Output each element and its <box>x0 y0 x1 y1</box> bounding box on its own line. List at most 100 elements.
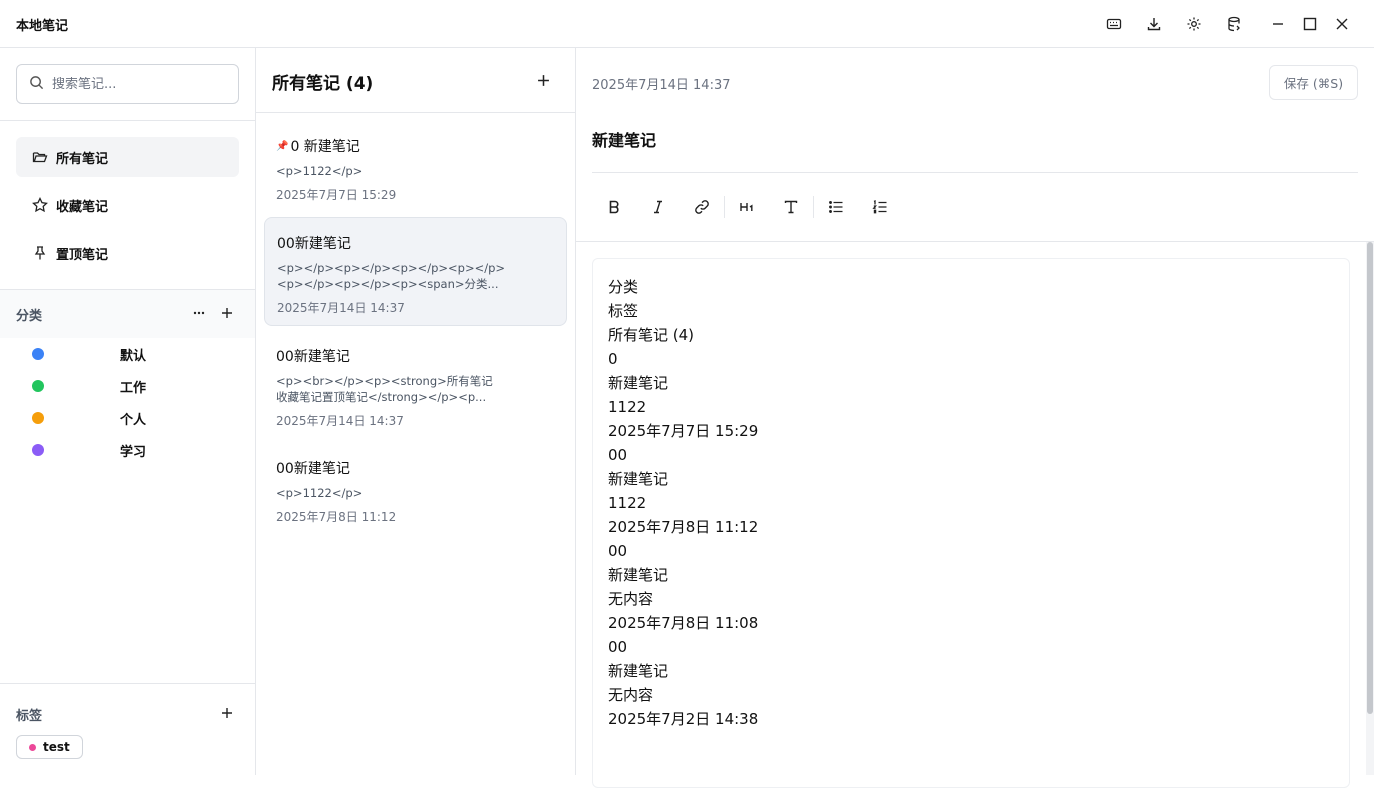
tag-color-dot <box>29 743 36 751</box>
note-title: 00新建笔记 <box>277 236 351 252</box>
category-name: 学习 <box>120 444 147 460</box>
content-line: 新建笔记 <box>608 662 669 680</box>
app-title: 本地笔记 <box>16 19 69 34</box>
content-line: 新建笔记 <box>608 566 669 584</box>
database-icon[interactable] <box>1214 0 1254 48</box>
note-title: 00新建笔记 <box>276 461 350 477</box>
note-list: 所有笔记 (4) 📌 0 新建笔记 <p>1122</p> 2025年7月7日 … <box>256 48 576 775</box>
close-icon[interactable] <box>1326 0 1358 48</box>
download-icon[interactable] <box>1134 0 1174 48</box>
category-item[interactable]: 默认 <box>32 338 232 370</box>
pin-icon <box>32 245 48 261</box>
sidebar: 所有笔记 收藏笔记 置顶笔记 分类 默认 工作 个人 学习 <box>0 48 256 775</box>
tag-name: test <box>43 740 70 754</box>
note-preview: <p>1122</p> <box>276 486 363 500</box>
scrollbar[interactable] <box>1366 242 1374 775</box>
note-preview: <p><br></p><p><strong>所有笔记 <box>276 374 493 388</box>
content-line: 无内容 <box>608 686 654 704</box>
category-color-dot <box>32 380 44 392</box>
divider <box>576 241 1374 242</box>
divider <box>0 683 255 684</box>
category-item[interactable]: 个人 <box>32 402 232 434</box>
category-item[interactable]: 学习 <box>32 434 232 466</box>
formatting-toolbar <box>592 190 902 224</box>
content-line: 00 <box>608 542 628 560</box>
search-box[interactable] <box>16 64 239 104</box>
note-item[interactable]: 00新建笔记 <p><br></p><p><strong>所有笔记 收藏笔记置顶… <box>264 346 567 429</box>
content-line: 无内容 <box>608 590 654 608</box>
note-item-selected[interactable]: 00新建笔记 <p></p><p></p><p></p><p></p> <p><… <box>264 217 567 326</box>
content-line: 新建笔记 <box>608 470 669 488</box>
content-line: 2025年7月8日 11:12 <box>608 518 759 536</box>
editor-content[interactable]: 分类 标签 所有笔记 (4) 0 新建笔记 1122 2025年7月7日 15:… <box>592 258 1350 788</box>
pin-icon: 📌 <box>276 140 289 152</box>
note-item[interactable]: 00新建笔记 <p>1122</p> 2025年7月8日 11:12 <box>264 458 567 525</box>
search-input[interactable] <box>52 76 222 92</box>
content-line: 1122 <box>608 494 647 512</box>
scrollbar-thumb[interactable] <box>1367 242 1373 714</box>
ordered-list-icon[interactable] <box>858 190 902 224</box>
note-item[interactable]: 📌 0 新建笔记 <p>1122</p> 2025年7月7日 15:29 <box>264 136 567 203</box>
note-preview: <p>1122</p> <box>276 164 363 178</box>
bullet-list-icon[interactable] <box>814 190 858 224</box>
nav-pinned[interactable]: 置顶笔记 <box>16 233 239 273</box>
link-icon[interactable] <box>680 190 724 224</box>
nav-label: 收藏笔记 <box>56 199 109 215</box>
note-title: 📌 0 新建笔记 <box>276 136 555 156</box>
content-line: 0 <box>608 350 618 368</box>
more-icon[interactable] <box>190 304 208 322</box>
divider <box>0 120 255 121</box>
nav-all-notes[interactable]: 所有笔记 <box>16 137 239 177</box>
search-icon <box>29 75 44 94</box>
note-list-header: 所有笔记 (4) <box>256 48 575 113</box>
categories-header: 分类 <box>0 290 255 338</box>
title-bar: 本地笔记 <box>0 0 1374 48</box>
heading1-icon[interactable] <box>725 190 769 224</box>
note-date: 2025年7月14日 14:37 <box>276 414 404 428</box>
editor-title[interactable]: 新建笔记 <box>592 127 656 151</box>
minimize-icon[interactable] <box>1262 0 1294 48</box>
note-list-title: 所有笔记 (4) <box>272 74 374 94</box>
content-line: 分类 <box>608 278 639 296</box>
category-color-dot <box>32 412 44 424</box>
divider <box>592 172 1358 173</box>
content-line: 标签 <box>608 302 639 320</box>
titlebar-actions <box>1094 0 1374 48</box>
maximize-icon[interactable] <box>1294 0 1326 48</box>
category-name: 个人 <box>120 412 147 428</box>
content-line: 00 <box>608 446 628 464</box>
save-button[interactable]: 保存 (⌘S) <box>1269 65 1358 100</box>
category-name: 工作 <box>120 380 147 396</box>
bold-icon[interactable] <box>592 190 636 224</box>
content-line: 新建笔记 <box>608 374 669 392</box>
content-line: 所有笔记 (4) <box>608 326 695 344</box>
nav-label: 所有笔记 <box>56 151 109 167</box>
note-title-text: 0 新建笔记 <box>290 139 360 155</box>
editor-date: 2025年7月14日 14:37 <box>592 78 731 93</box>
folder-open-icon <box>32 149 48 165</box>
note-date: 2025年7月14日 14:37 <box>277 301 405 315</box>
content-line: 2025年7月2日 14:38 <box>608 710 759 728</box>
text-icon[interactable] <box>769 190 813 224</box>
add-category-icon[interactable] <box>218 304 236 322</box>
category-color-dot <box>32 348 44 360</box>
star-icon <box>32 197 48 213</box>
italic-icon[interactable] <box>636 190 680 224</box>
content-line: 2025年7月7日 15:29 <box>608 422 759 440</box>
note-title: 00新建笔记 <box>276 349 350 365</box>
tags-title: 标签 <box>16 709 43 724</box>
category-item[interactable]: 工作 <box>32 370 232 402</box>
content-line: 1122 <box>608 398 647 416</box>
keyboard-icon[interactable] <box>1094 0 1134 48</box>
tag-chip[interactable]: test <box>16 735 83 759</box>
gear-icon[interactable] <box>1174 0 1214 48</box>
add-tag-icon[interactable] <box>218 704 236 722</box>
content-line: 00 <box>608 638 628 656</box>
content-line: 2025年7月8日 11:08 <box>608 614 759 632</box>
nav-label: 置顶笔记 <box>56 247 109 263</box>
category-color-dot <box>32 444 44 456</box>
note-date: 2025年7月8日 11:12 <box>276 510 397 524</box>
add-note-icon[interactable] <box>533 70 553 90</box>
categories-title: 分类 <box>16 308 43 324</box>
nav-favorites[interactable]: 收藏笔记 <box>16 185 239 225</box>
